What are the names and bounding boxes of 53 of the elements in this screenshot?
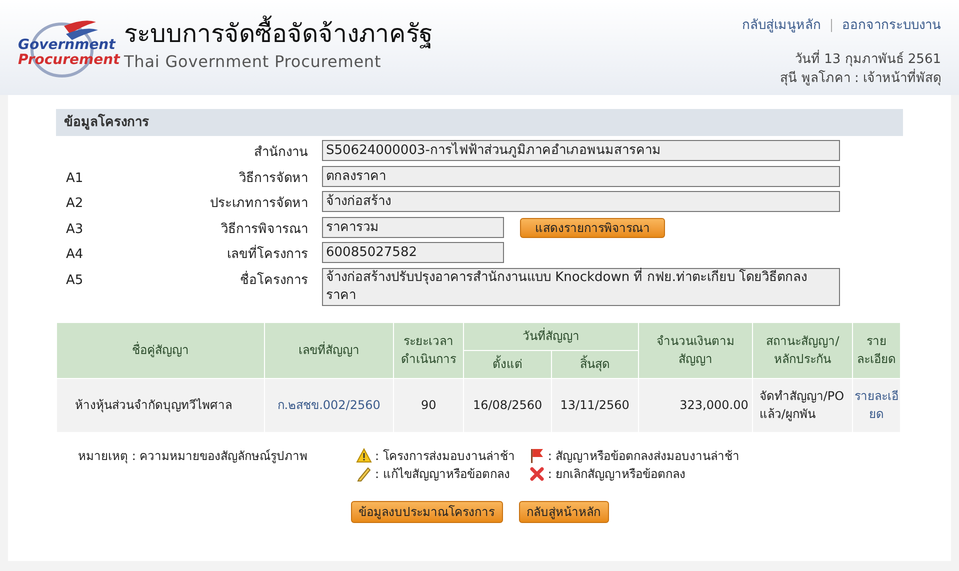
column-header: สถานะสัญญา/หลักประกัน (752, 322, 853, 378)
input-field[interactable]: จ้างก่อสร้าง (322, 191, 840, 212)
table-cell: 90 (393, 378, 464, 432)
table-cell: 13/11/2560 (551, 378, 639, 432)
legend-text: : ยกเลิกสัญญาหรือข้อตกลง (548, 466, 686, 482)
input-field[interactable]: S50624000003-การไฟฟ้าส่วนภูมิภาคอำเภอพนมสารคาม (322, 140, 840, 161)
input-field[interactable]: ตกลงราคา (322, 166, 840, 186)
field-code: A5 (66, 272, 84, 288)
column-header: สิ้นสุด (551, 350, 639, 378)
legend-text: : สัญญาหรือข้อตกลงส่งมอบงานล่าช้า (548, 448, 740, 464)
section-title: ข้อมูลโครงการ (56, 109, 903, 136)
field-label: ประเภทการจัดหา (209, 195, 309, 213)
logo-text: Procurement (18, 53, 120, 67)
field-code: A1 (66, 170, 84, 186)
column-header: ระยะเวลาดำเนินการ (393, 322, 464, 378)
field-code: A4 (66, 247, 84, 262)
field-label: เลขที่โครงการ (116, 242, 322, 264)
input-field[interactable]: ราคารวม (322, 216, 504, 238)
table-cell: จัดทำสัญญา/PO แล้ว/ผูกพัน (752, 378, 853, 432)
column-header: เลขที่สัญญา (264, 322, 394, 378)
table-cell: 323,000.00 (638, 378, 753, 432)
legend-label: หมายเหตุ : ความหมายของสัญลักษณ์รูปภาพ (77, 448, 309, 466)
site-title: ระบบการจัดซื้อจัดจ้างภาครัฐ (124, 18, 433, 50)
table-cell: ห้างหุ้นส่วนจำกัดบุญทวีไพศาล (56, 378, 264, 432)
site-subtitle: Thai Government Procurement (124, 51, 382, 73)
date-text: วันที่ 13 กุมภาพันธ์ 2561 (794, 50, 941, 68)
user-text: สุนี พูลโภคา : เจ้าหน้าที่พัสดุ (780, 69, 941, 88)
pencil-icon (356, 466, 372, 482)
nav-link[interactable]: กลับสู่เมนูหลัก (742, 16, 821, 36)
field-label: วิธีการพิจารณา (220, 220, 309, 238)
column-header: ตั้งแต่ (464, 350, 552, 378)
field-label: ชื่อโครงการ (239, 270, 309, 290)
column-header: ชื่อคู่สัญญา (56, 322, 264, 378)
warning-icon (356, 448, 372, 464)
show-button[interactable]: แสดงรายการพิจารณา (520, 218, 665, 238)
field-code: A3 (66, 222, 84, 236)
table-cell: 16/08/2560 (464, 378, 552, 432)
logo-text: Government (18, 38, 116, 52)
action-button[interactable]: กลับสู่หน้าหลัก (518, 500, 608, 522)
column-header: วันที่สัญญา (464, 322, 639, 350)
column-header: รายละเอียด (852, 322, 900, 378)
column-header: จำนวนเงินตามสัญญา (638, 322, 753, 378)
action-button[interactable]: ข้อมูลงบประมาณโครงการ (350, 500, 502, 522)
input-field[interactable]: 60085027582 (322, 242, 504, 263)
flag-icon (528, 448, 545, 464)
input-field[interactable]: จ้างก่อสร้างปรับปรุงอาคารสำนักงานแบบ Knockdown ที่ กฟย.ท่าตะเกียบ โดยวิธีตกลงราคา (322, 268, 840, 306)
field-code: A2 (66, 196, 84, 211)
field-label: สำนักงาน (253, 144, 309, 162)
legend-text: : แก้ไขสัญญาหรือข้อตกลง (375, 466, 510, 482)
legend-text: : โครงการส่งมอบงานล่าช้า (375, 448, 515, 464)
nav-link[interactable]: ออกจากระบบงาน (842, 16, 941, 36)
cross-icon (528, 466, 545, 482)
field-label: วิธีการจัดหา (238, 170, 309, 188)
